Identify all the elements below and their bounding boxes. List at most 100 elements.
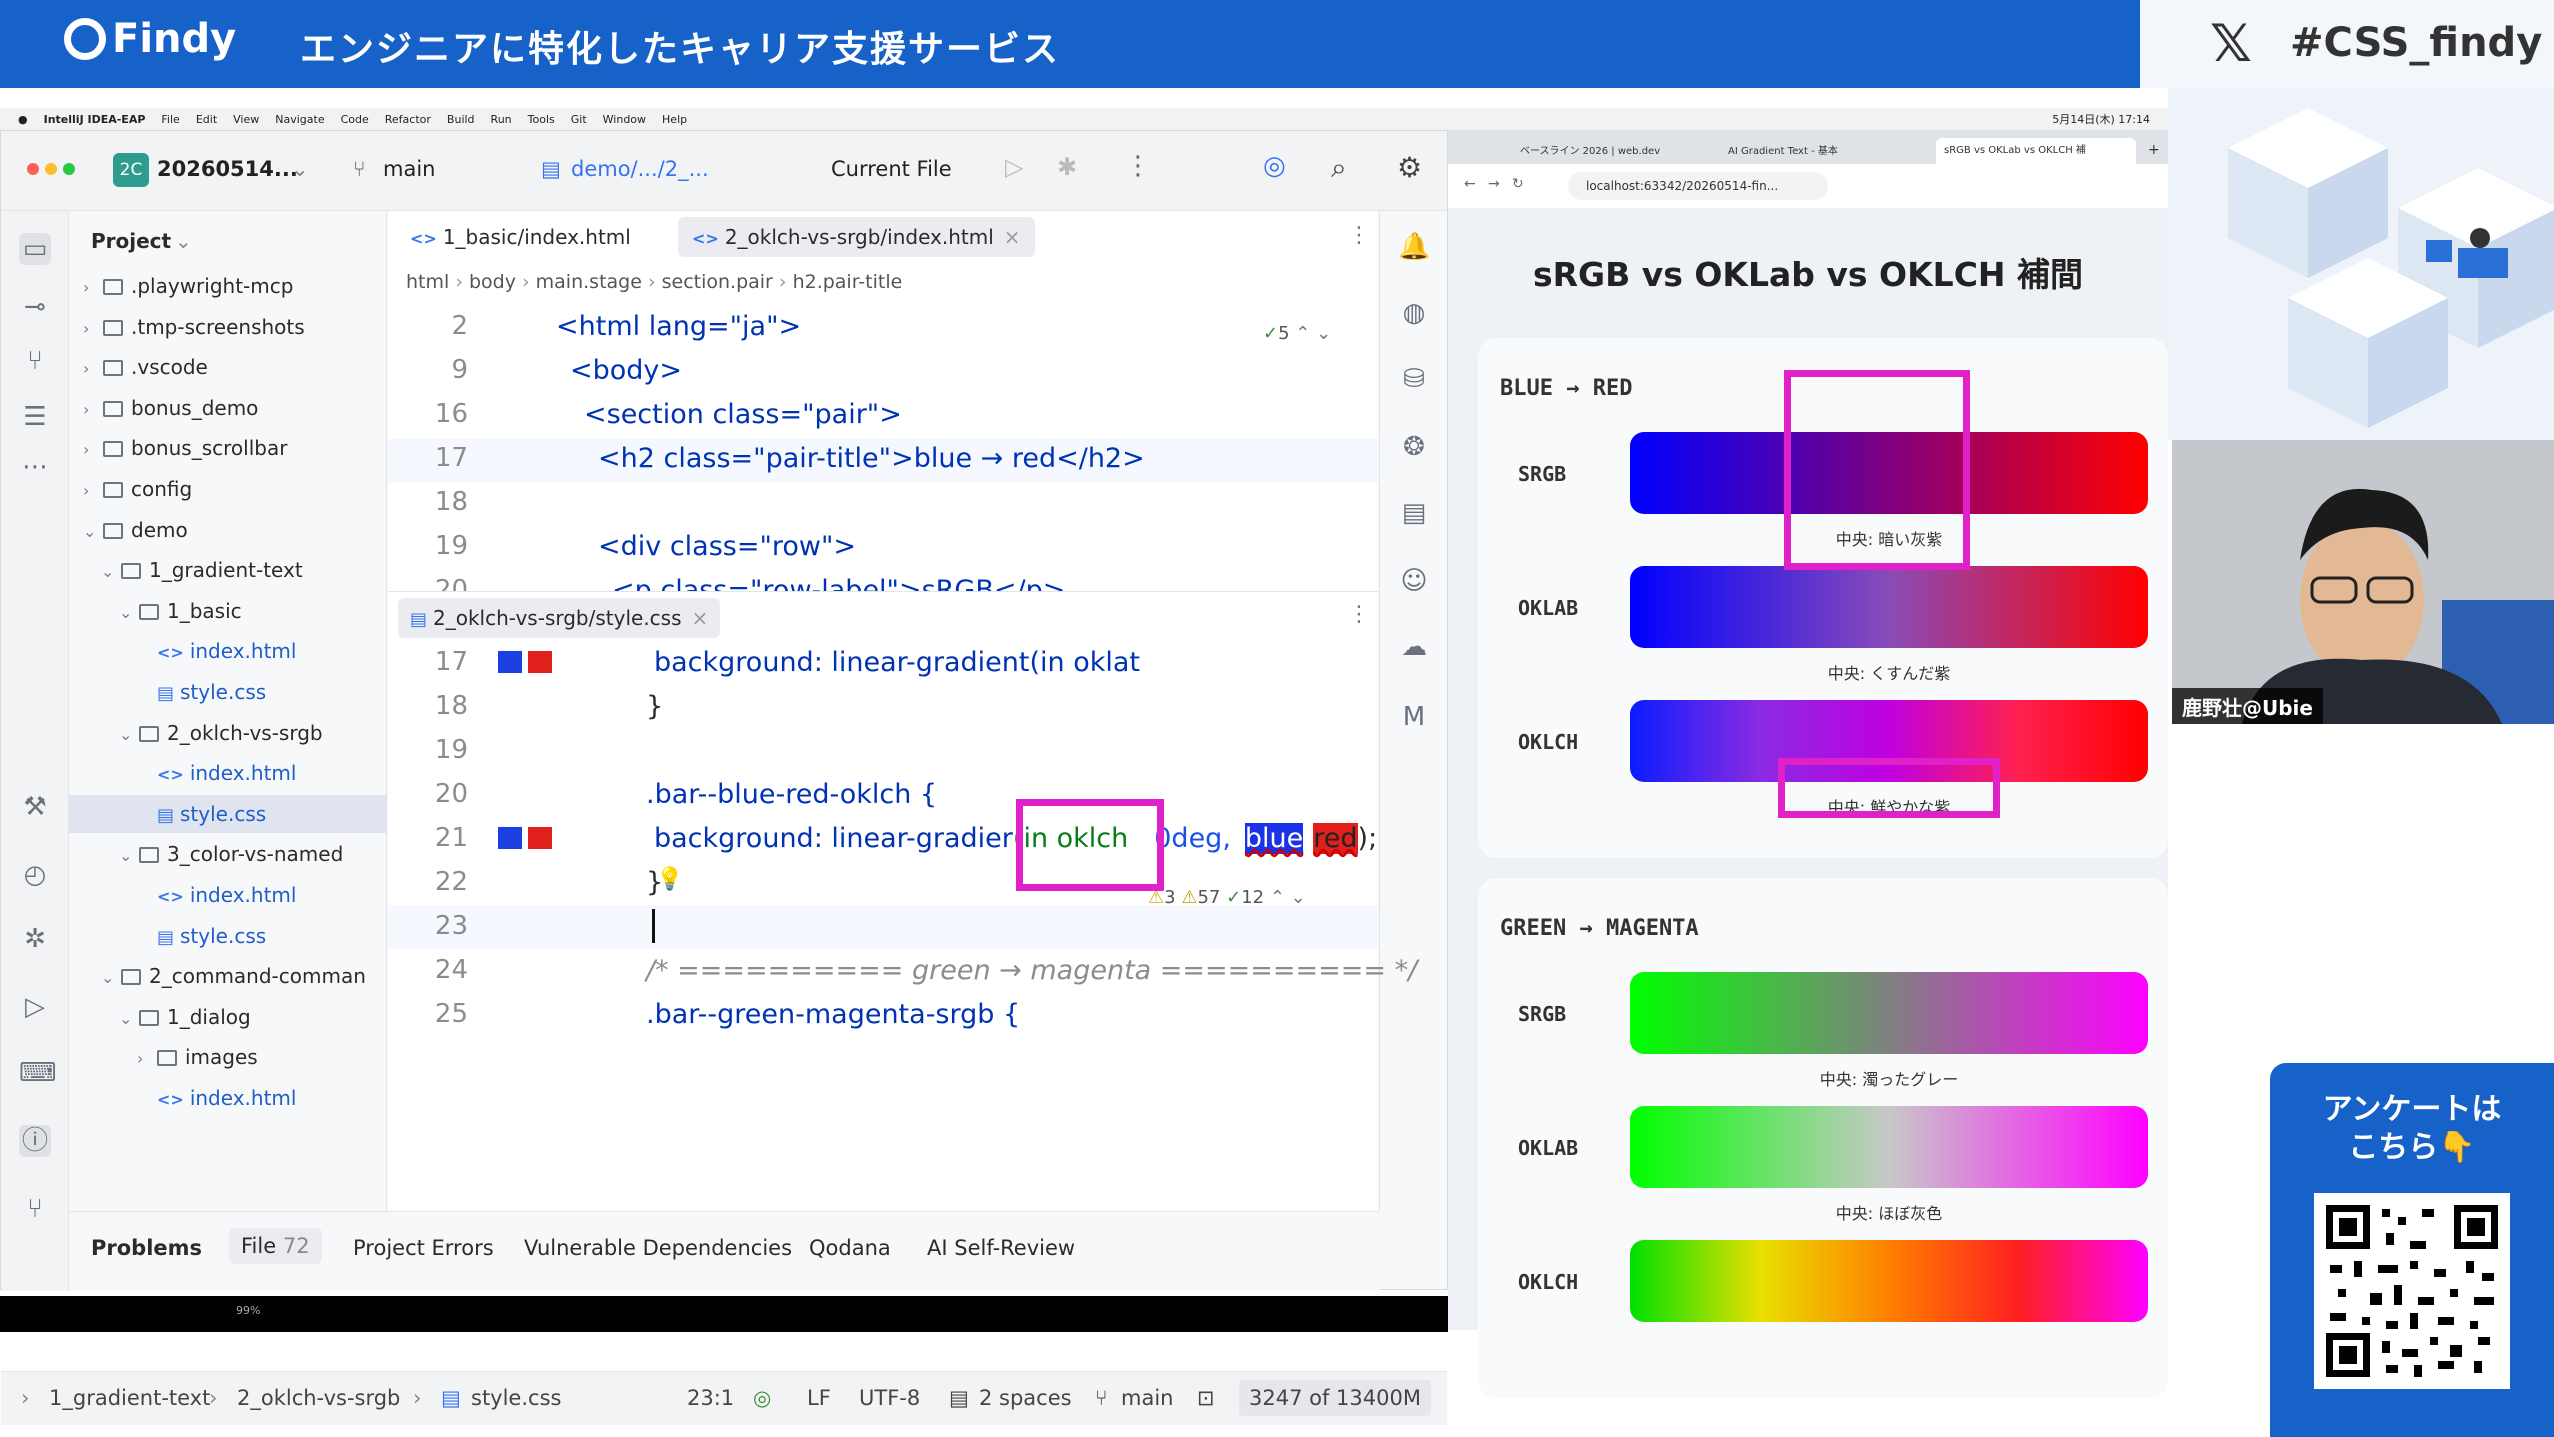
code-line[interactable]: <div class="row"> [598, 531, 856, 562]
project-badge[interactable]: 2C [113, 153, 149, 187]
file-path-switcher[interactable]: demo/.../2_... [571, 157, 709, 181]
zoom-window-icon[interactable] [63, 163, 75, 175]
ai-assistant-icon[interactable]: ◎ [1263, 151, 1286, 181]
breadcrumb-item[interactable]: main.stage [536, 271, 642, 293]
more-tabs-icon[interactable]: ⋮ [1348, 602, 1370, 627]
chevron-right-icon[interactable]: › [83, 350, 103, 388]
chevron-down-icon[interactable]: ⌄ [101, 553, 121, 591]
markdown-icon[interactable]: M [1398, 701, 1430, 733]
browser-tab-active[interactable]: sRGB vs OKLab vs OKLCH 補 [1936, 138, 2136, 164]
close-window-icon[interactable] [27, 163, 39, 175]
chevron-right-icon[interactable]: › [83, 431, 103, 469]
color-swatch-icon[interactable] [528, 827, 552, 849]
pull-requests-icon[interactable]: ⑂ [19, 345, 51, 377]
close-tab-icon[interactable]: × [1004, 225, 1021, 249]
build-tools-icon[interactable]: ⚒ [19, 791, 51, 823]
run-config-select[interactable]: Current File [831, 157, 952, 181]
chevron-down-icon[interactable]: ⌄ [119, 1000, 139, 1038]
run-tool-icon[interactable]: ▷ [19, 991, 51, 1023]
breadcrumb-item[interactable]: h2.pair-title [793, 271, 903, 293]
project-switcher[interactable]: 20260514... [157, 157, 298, 181]
code-line[interactable]: <h2 class="pair-title">blue → red</h2> [598, 443, 1145, 474]
chevron-down-icon[interactable]: ⌄ [119, 716, 139, 754]
assistant-bot-icon[interactable]: ☺ [1398, 565, 1430, 597]
chevron-right-icon[interactable]: › [83, 269, 103, 307]
memory-indicator[interactable]: 3247 of 13400M [1239, 1380, 1431, 1416]
breadcrumb-item[interactable]: html [406, 271, 449, 293]
code-line[interactable]: <body> [570, 355, 682, 386]
tree-item[interactable]: ▤ style.css [69, 917, 387, 955]
menu-item-window[interactable]: Window [603, 113, 646, 126]
tab-qodana[interactable]: Qodana [809, 1236, 891, 1260]
tree-item[interactable]: ⌄ 2_command-comman [69, 957, 387, 995]
menu-item-edit[interactable]: Edit [196, 113, 217, 126]
tree-item[interactable]: ⌄ 2_oklch-vs-srgb [69, 714, 387, 752]
breadcrumb-item[interactable]: section.pair [662, 271, 773, 293]
new-tab-icon[interactable]: + [2148, 142, 2160, 158]
indent-setting[interactable]: 2 spaces [979, 1386, 1072, 1410]
project-panel-title[interactable]: Project [91, 229, 171, 253]
branch-switcher[interactable]: main [383, 157, 435, 181]
breadcrumb-item[interactable]: body [469, 271, 516, 293]
menu-item-view[interactable]: View [233, 113, 259, 126]
database-icon[interactable]: ⛁ [1398, 363, 1430, 395]
tree-item[interactable]: ⌄ 3_color-vs-named [69, 835, 387, 873]
menu-item-git[interactable]: Git [571, 113, 587, 126]
more-actions-icon[interactable]: ⋮ [1125, 151, 1151, 181]
menu-item-code[interactable]: Code [341, 113, 369, 126]
menu-item-run[interactable]: Run [491, 113, 512, 126]
ai-chat-icon[interactable]: ◍ [1398, 297, 1430, 329]
readonly-lock-icon[interactable]: ⊡ [1197, 1386, 1215, 1410]
tree-item[interactable]: <> index.html [69, 754, 387, 792]
tree-item[interactable]: › .vscode [69, 348, 387, 386]
tab-ai-self-review[interactable]: AI Self-Review [927, 1236, 1075, 1260]
commit-tool-icon[interactable]: ⊸ [19, 291, 51, 323]
tree-item[interactable]: › bonus_scrollbar [69, 429, 387, 467]
code-line[interactable]: .bar--blue-red-oklch { [646, 779, 937, 810]
project-tool-icon[interactable]: ▭ [19, 233, 51, 265]
run-icon[interactable]: ▷ [1005, 153, 1023, 181]
chevron-right-icon[interactable]: › [83, 391, 103, 429]
menu-item-navigate[interactable]: Navigate [275, 113, 324, 126]
tree-item[interactable]: ⌄ 1_dialog [69, 998, 387, 1036]
chevron-right-icon[interactable]: › [83, 310, 103, 348]
chevron-down-icon[interactable]: ⌄ [119, 837, 139, 875]
app-name[interactable]: IntelliJ IDEA-EAP [44, 113, 146, 126]
settings-gear-icon[interactable]: ⚙ [1397, 151, 1422, 184]
chevron-down-icon[interactable]: ⌄ [101, 959, 121, 997]
survey-qr-code[interactable] [2314, 1193, 2510, 1389]
chevron-right-icon[interactable]: › [83, 472, 103, 510]
tree-item[interactable]: ⌄ 1_basic [69, 592, 387, 630]
menu-item-help[interactable]: Help [662, 113, 687, 126]
apple-icon[interactable]: ● [18, 113, 28, 126]
css-code[interactable]: 17 background: linear-gradient(in oklat 18… [388, 641, 1417, 1211]
notifications-bell-icon[interactable]: 🔔 [1398, 231, 1430, 263]
tree-item[interactable]: ▤ style.css [69, 794, 387, 833]
tab-vulnerable-deps[interactable]: Vulnerable Dependencies [524, 1236, 792, 1260]
tree-item[interactable]: <> index.html [69, 632, 387, 670]
reload-icon[interactable]: ↻ [1512, 176, 1524, 192]
tree-item[interactable]: <> index.html [69, 1079, 387, 1117]
search-icon[interactable]: ⌕ [1331, 151, 1347, 185]
problems-tool-icon[interactable]: ⓘ [19, 1125, 51, 1157]
html-code[interactable]: 2 <html lang="ja"> 9 <body> 16 <section class… [388, 311, 1378, 606]
tree-item[interactable]: › bonus_demo [69, 389, 387, 427]
code-line[interactable]: /* ========== green → magenta ==========… [646, 955, 1417, 986]
menu-item-file[interactable]: File [161, 113, 179, 126]
tree-item[interactable]: ▤ style.css [69, 673, 387, 711]
terminal-icon[interactable]: ⌨ [19, 1057, 57, 1089]
chevron-down-icon[interactable]: ⌄ [119, 594, 139, 632]
tree-item[interactable]: <> index.html [69, 876, 387, 914]
code-line[interactable]: <html lang="ja"> [556, 311, 801, 342]
browser-tab[interactable]: ベースライン 2026 | web.dev [1520, 142, 1720, 162]
preview-icon[interactable]: ▤ [1398, 497, 1430, 529]
ai-status-icon[interactable]: ◎ [753, 1386, 771, 1410]
status-crumb-subfolder[interactable]: 2_oklch-vs-srgb [237, 1386, 400, 1410]
code-line[interactable]: .bar--green-magenta-srgb { [646, 999, 1020, 1030]
tree-item[interactable]: › .playwright-mcp [69, 267, 387, 305]
chevron-right-icon[interactable]: › [137, 1040, 157, 1078]
tab-oklch-index[interactable]: <> 2_oklch-vs-srgb/index.html × [678, 217, 1035, 257]
endpoints-icon[interactable]: ◴ [19, 859, 51, 891]
tab-file[interactable]: File 72 [229, 1228, 322, 1264]
tab-problems[interactable]: Problems [91, 1236, 202, 1260]
